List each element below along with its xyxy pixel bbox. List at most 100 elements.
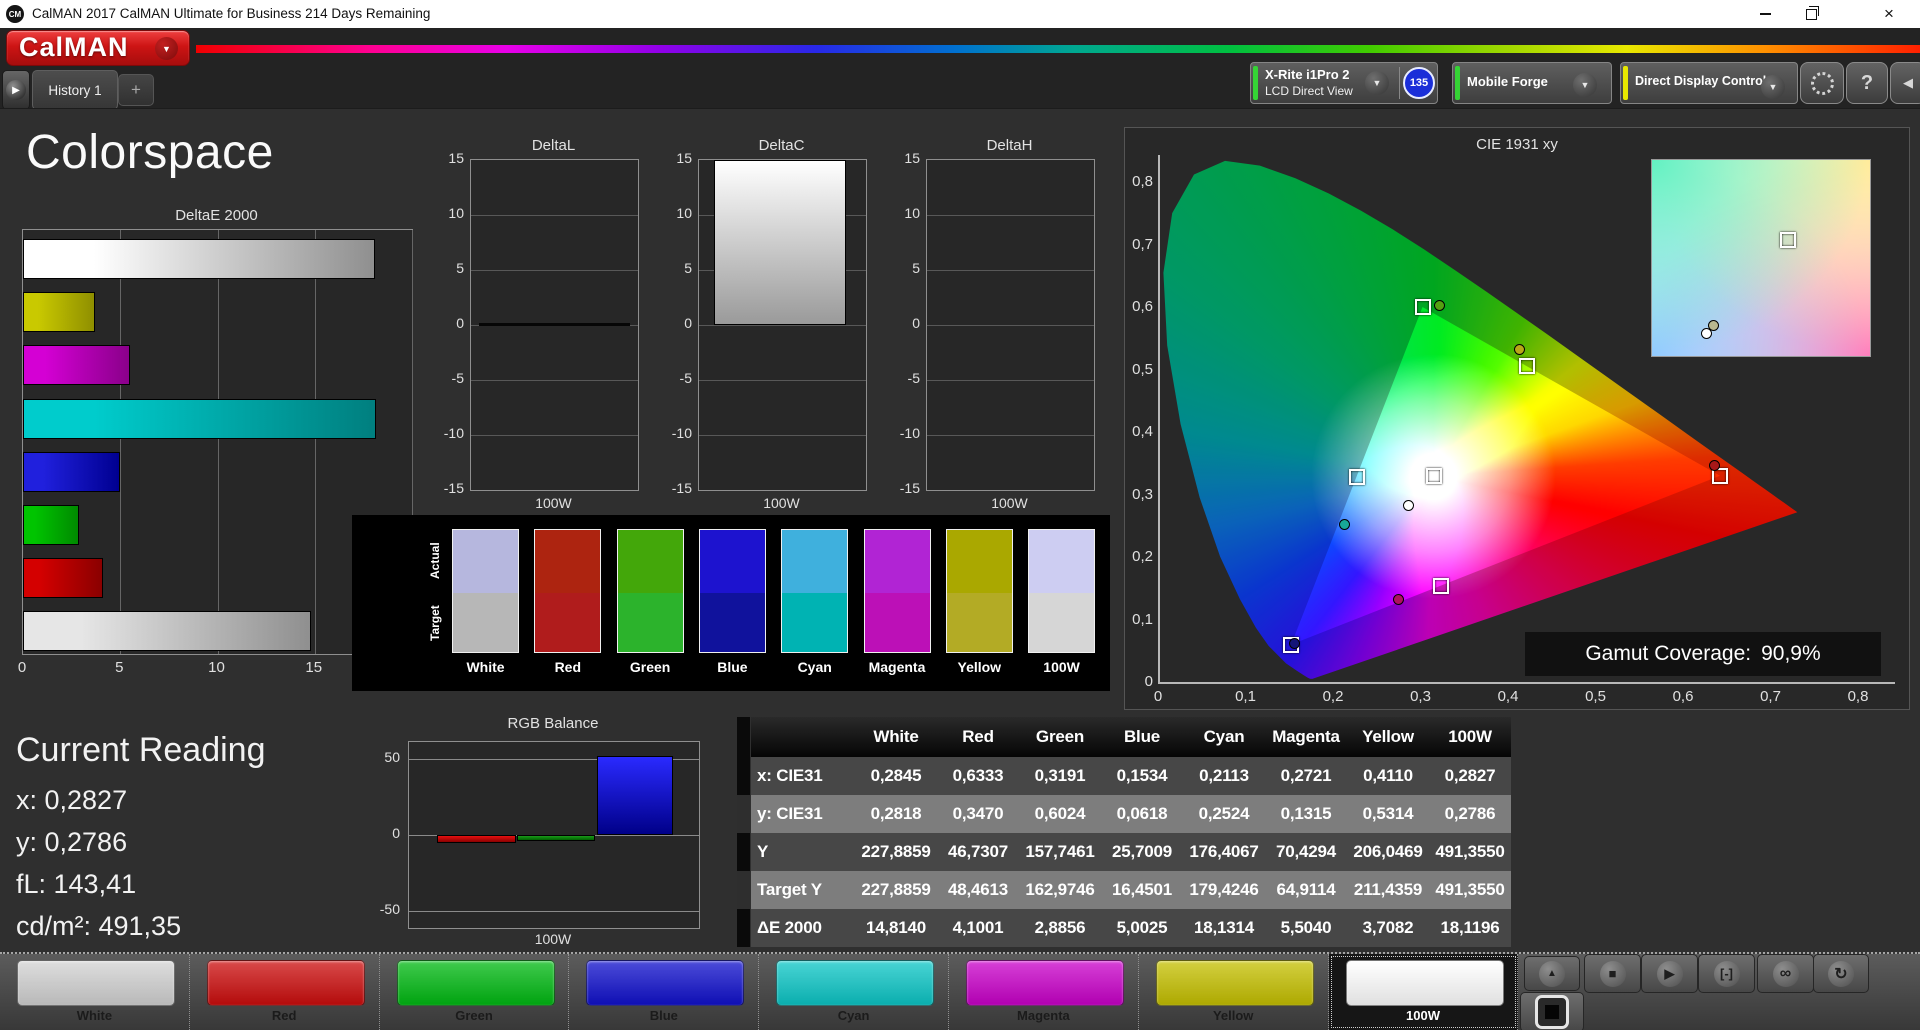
cie-yaxis-tick-label: 0,1 bbox=[1132, 610, 1153, 628]
mini-axis-tick-label: 10 bbox=[904, 205, 920, 221]
pattern-button-100w[interactable]: 100W bbox=[1328, 954, 1519, 1030]
pattern-button-white[interactable]: White bbox=[0, 954, 190, 1030]
range-button[interactable]: [-] bbox=[1698, 954, 1755, 993]
play-button[interactable]: ▶ bbox=[1641, 954, 1698, 993]
table-header-cyan: Cyan bbox=[1203, 727, 1245, 746]
pattern-window-icon bbox=[1535, 995, 1569, 1029]
chevron-up-icon: ▲ bbox=[1539, 960, 1565, 987]
pattern-label: Magenta bbox=[1017, 1008, 1070, 1023]
cie-xaxis-tick-label: 0,4 bbox=[1497, 688, 1519, 705]
page-nav-button[interactable]: ▶ bbox=[2, 70, 30, 110]
deltae-bar-red bbox=[23, 558, 103, 599]
table-cell: 64,9114 bbox=[1276, 880, 1336, 899]
gridline bbox=[314, 230, 316, 654]
pattern-button-yellow[interactable]: Yellow bbox=[1139, 954, 1329, 1030]
table-cell: 211,4359 bbox=[1353, 880, 1423, 899]
tab-history-1[interactable]: History 1 bbox=[32, 70, 118, 110]
table-cell: 2,8856 bbox=[1034, 918, 1086, 937]
table-cell: 16,4501 bbox=[1111, 880, 1173, 899]
mini-axis-tick-label: 10 bbox=[448, 205, 464, 221]
table-cell: 18,1196 bbox=[1440, 918, 1500, 937]
table-cell: 0,2845 bbox=[870, 766, 922, 785]
refresh-icon: ↻ bbox=[1828, 960, 1854, 987]
mini-chart-title: DeltaC bbox=[758, 137, 805, 154]
pattern-button-cyan[interactable]: Cyan bbox=[759, 954, 949, 1030]
mini-axis-tick-label: 5 bbox=[456, 260, 464, 276]
swatch-target bbox=[946, 593, 1012, 652]
pattern-swatch bbox=[206, 960, 365, 1006]
swatch-label: Cyan bbox=[797, 659, 832, 675]
meter-name: X-Rite i1Pro 2 bbox=[1265, 67, 1350, 82]
pattern-swatch bbox=[966, 960, 1124, 1006]
table-row-indicator-strip bbox=[737, 717, 750, 947]
pattern-swatch bbox=[396, 960, 555, 1006]
pattern-label: Yellow bbox=[1212, 1008, 1254, 1023]
swatch-actual bbox=[699, 530, 765, 593]
chevron-down-icon[interactable]: ▼ bbox=[1761, 75, 1785, 99]
refresh-button[interactable]: ↻ bbox=[1813, 954, 1869, 993]
source-dropdown[interactable]: Mobile Forge ▼ bbox=[1452, 62, 1612, 104]
swatch-column-100w bbox=[1028, 529, 1096, 653]
swatch-label: Yellow bbox=[957, 659, 1002, 675]
mini-axis-tick-label: 15 bbox=[676, 150, 692, 166]
cie-measured-marker-magenta bbox=[1392, 594, 1404, 606]
top-strip: CalMAN ▼ ▶ History 1 + X-Rite i1Pro 2 LC… bbox=[0, 28, 1920, 110]
table-cell: 0,2786 bbox=[1444, 804, 1496, 823]
rgb-bar-blue bbox=[597, 755, 673, 835]
pattern-button-blue[interactable]: Blue bbox=[569, 954, 760, 1030]
pattern-button-green[interactable]: Green bbox=[380, 954, 570, 1030]
chevron-down-icon[interactable]: ▼ bbox=[1365, 71, 1389, 95]
calman-logo-button[interactable]: CalMAN ▼ bbox=[6, 30, 190, 66]
collapse-toolbar-button[interactable]: ◀ bbox=[1890, 62, 1920, 104]
table-header-yellow: Yellow bbox=[1362, 727, 1414, 746]
deltae-bar-white bbox=[23, 611, 312, 652]
add-tab-button[interactable]: + bbox=[118, 74, 154, 106]
pattern-button-red[interactable]: Red bbox=[190, 954, 380, 1030]
minimize-button[interactable] bbox=[1742, 0, 1788, 28]
maximize-button[interactable] bbox=[1788, 0, 1834, 28]
mini-chart-plot-deltal bbox=[470, 159, 639, 491]
deltae-axis-tick-label: 5 bbox=[115, 659, 124, 676]
continuous-button[interactable]: ∞ bbox=[1757, 954, 1814, 993]
gridline bbox=[699, 435, 866, 436]
gridline bbox=[927, 380, 1094, 381]
pattern-label: 100W bbox=[1406, 1008, 1440, 1023]
help-button[interactable]: ? bbox=[1846, 62, 1888, 104]
pattern-window-mode-button[interactable] bbox=[1520, 992, 1584, 1030]
table-row: ΔE 2000 14,8140 4,1001 2,8856 5,0025 18,1314 5… bbox=[751, 909, 1511, 947]
cie-measured-marker-blue bbox=[1288, 637, 1300, 649]
gridline bbox=[927, 325, 1094, 326]
pattern-button-magenta[interactable]: Magenta bbox=[949, 954, 1139, 1030]
main-content: Colorspace DeltaE 2000 05101520 DeltaL15… bbox=[0, 108, 1920, 953]
logo-menu-button[interactable]: ▼ bbox=[155, 37, 178, 60]
mini-axis-tick-label: -10 bbox=[443, 425, 464, 441]
table-cell: 0,2721 bbox=[1280, 766, 1332, 785]
table-cell: 491,3550 bbox=[1435, 842, 1505, 861]
source-status-indicator bbox=[1455, 66, 1460, 100]
cie-xaxis-tick-label: 0,1 bbox=[1235, 688, 1256, 705]
help-icon: ? bbox=[1860, 71, 1874, 94]
gridline bbox=[471, 435, 638, 436]
swatch-target bbox=[535, 593, 601, 652]
window-title: CalMAN 2017 CalMAN Ultimate for Business… bbox=[32, 6, 431, 21]
stop-button[interactable]: ■ bbox=[1584, 954, 1641, 993]
settings-button[interactable] bbox=[1800, 62, 1844, 104]
panel-expand-button[interactable]: ▲ bbox=[1524, 956, 1580, 991]
table-cell: 227,8859 bbox=[861, 880, 931, 899]
swatch-actual bbox=[946, 530, 1012, 593]
mini-axis-tick-label: 15 bbox=[448, 150, 464, 166]
gridline bbox=[471, 270, 638, 271]
table-cell: 0,6333 bbox=[952, 766, 1004, 785]
table-cell: 4,1001 bbox=[952, 918, 1004, 937]
close-button[interactable]: × bbox=[1866, 0, 1912, 28]
meter-dropdown[interactable]: X-Rite i1Pro 2 LCD Direct View ▼ 135 bbox=[1250, 62, 1438, 104]
table-cell: 179,4246 bbox=[1189, 880, 1259, 899]
chevron-down-icon[interactable]: ▼ bbox=[1573, 73, 1597, 97]
rgb-axis-tick-label: -50 bbox=[379, 901, 400, 917]
table-row: Y 227,8859 46,7307 157,7461 25,7009 176,4067 7… bbox=[751, 833, 1511, 871]
app-icon: CM bbox=[6, 5, 24, 23]
display-control-dropdown[interactable]: Direct Display Control ▼ bbox=[1620, 62, 1798, 104]
meter-count-badge[interactable]: 135 bbox=[1403, 67, 1435, 99]
tab-history-label: History 1 bbox=[48, 82, 102, 98]
mini-chart-xlabel: 100W bbox=[991, 495, 1028, 511]
